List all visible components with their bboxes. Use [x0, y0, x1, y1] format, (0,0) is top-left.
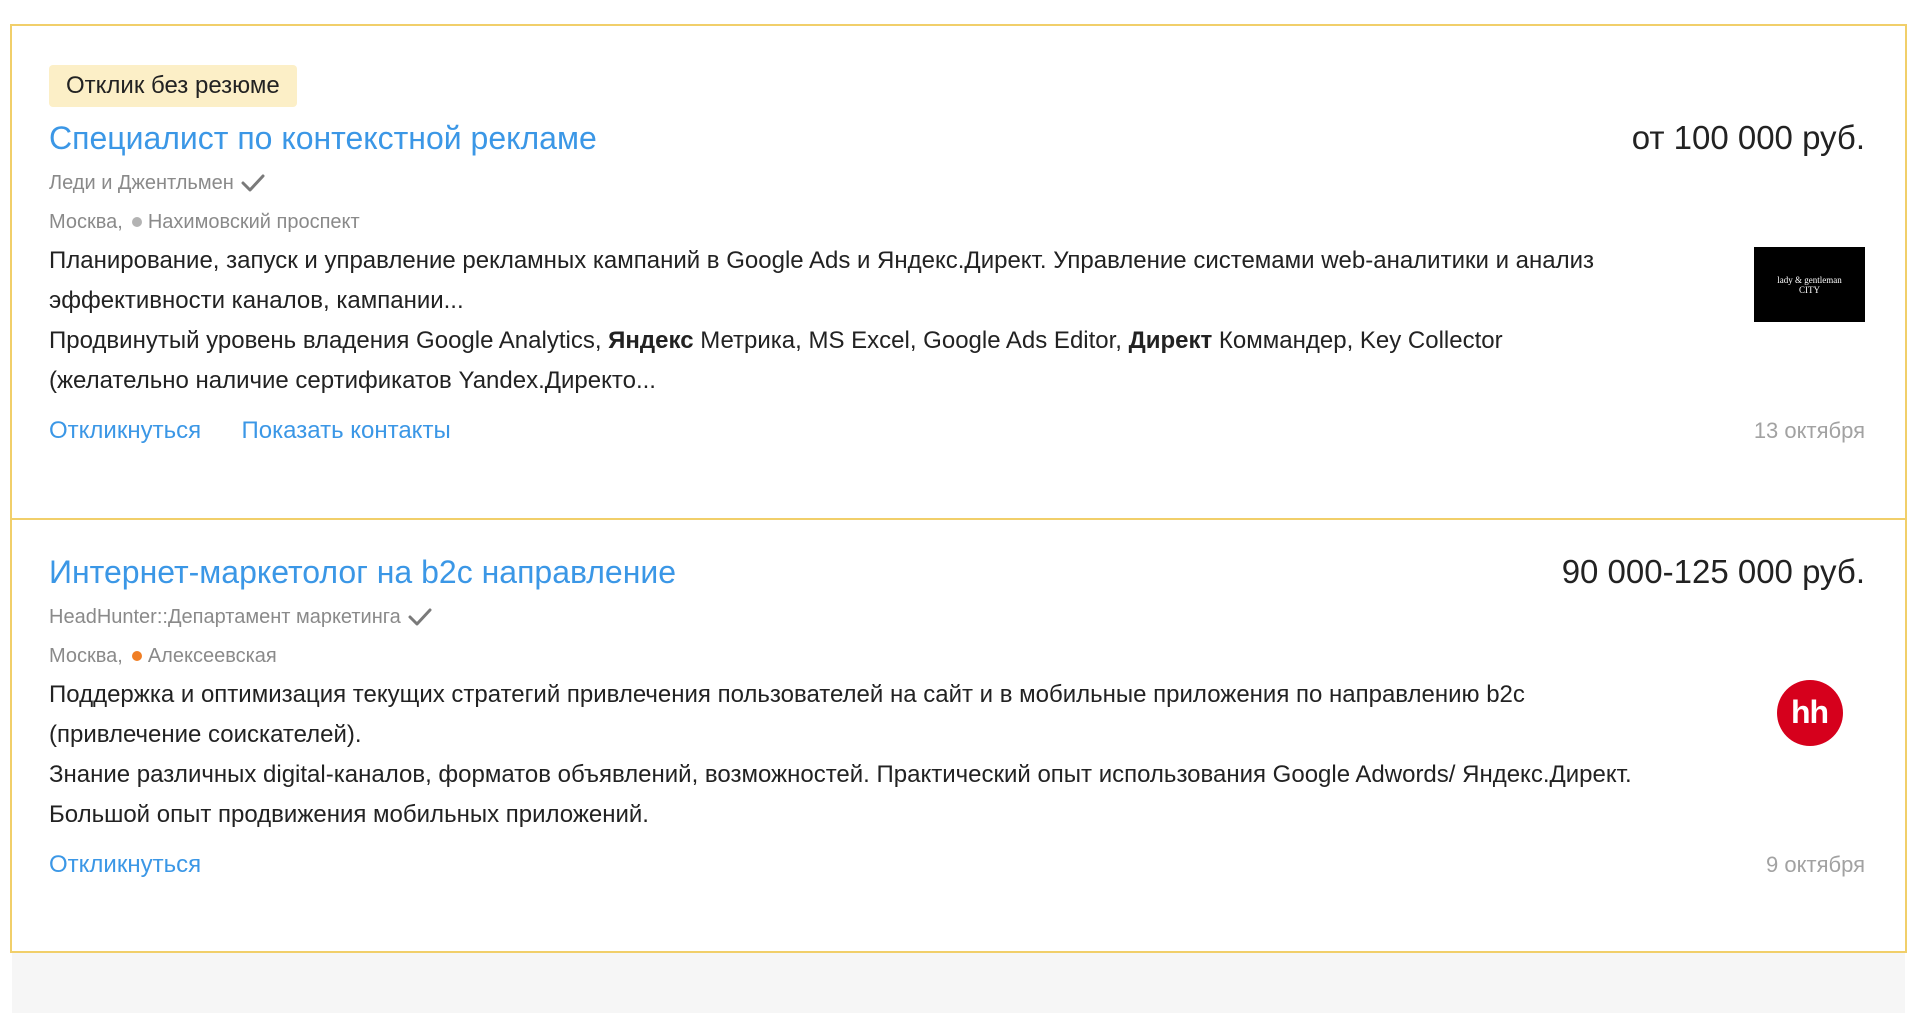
requirement-text: Знание различных digital-каналов, формат… [49, 761, 1632, 828]
logo-text: lady & gentleman [1777, 274, 1842, 285]
highlight-keyword: Яндекс [608, 327, 694, 354]
respond-link[interactable]: Откликнуться [49, 417, 201, 444]
publication-date: 9 октября [1766, 852, 1865, 877]
vacancy-title-link[interactable]: Интернет-маркетолог на b2c направление [49, 550, 676, 594]
requirement-part: Метрика, MS Excel, Google Ads Editor, [693, 327, 1129, 354]
vacancy-actions: Откликнуться 9 октября [49, 851, 1865, 879]
show-contacts-link[interactable]: Показать контакты [242, 417, 451, 444]
requirement-text: Продвинутый уровень владения Google Anal… [49, 321, 1645, 401]
hh-logo-icon: hh [1776, 679, 1843, 746]
vacancy-actions: Откликнуться Показать контакты 13 октябр… [49, 417, 1865, 445]
vacancy-header: Специалист по контекстной рекламе от 100… [49, 116, 1865, 160]
action-links: Откликнуться [49, 851, 237, 879]
metro-station: Алексеевская [147, 645, 277, 667]
responsibility-text: Поддержка и оптимизация текущих стратеги… [49, 681, 1525, 748]
vacancy-location: Москва, Нахимовский проспект [49, 209, 1865, 235]
responsibility-text: Планирование, запуск и управление реклам… [49, 247, 1594, 314]
vacancy-salary: от 100 000 руб. [1631, 119, 1865, 156]
vacancy-snippet: Поддержка и оптимизация текущих стратеги… [49, 675, 1865, 835]
employer: HeadHunter::Департамент маркетинга [49, 604, 1865, 630]
vacancy-card: Интернет-маркетолог на b2c направление 9… [10, 520, 1907, 953]
verified-check-icon [408, 608, 432, 626]
vacancy-salary: 90 000-125 000 руб. [1561, 553, 1865, 590]
respond-link[interactable]: Откликнуться [49, 851, 201, 878]
action-links: Откликнуться Показать контакты [49, 417, 487, 445]
vacancy-title-link[interactable]: Специалист по контекстной рекламе [49, 116, 597, 160]
vacancy-snippet: Планирование, запуск и управление реклам… [49, 241, 1865, 401]
city: Москва, [49, 645, 123, 667]
employer-logo[interactable]: lady & gentleman CITY [1754, 247, 1865, 322]
metro-line-icon [131, 217, 142, 227]
employer-name[interactable]: HeadHunter::Департамент маркетинга [49, 604, 401, 630]
metro-line-icon [131, 651, 142, 661]
metro-station: Нахимовский проспект [147, 211, 360, 233]
highlight-keyword: Директ [1128, 327, 1213, 354]
vacancy-card: Отклик без резюме Специалист по контекст… [10, 24, 1907, 520]
city: Москва, [49, 211, 123, 233]
logo-text: CITY [1799, 284, 1820, 295]
employer-logo[interactable]: hh [1754, 675, 1865, 750]
vacancy-header: Интернет-маркетолог на b2c направление 9… [49, 550, 1865, 594]
vacancy-list: Отклик без резюме Специалист по контекст… [10, 24, 1907, 1013]
employer-name[interactable]: Леди и Джентльмен [49, 170, 234, 196]
employer: Леди и Джентльмен [49, 170, 1865, 196]
publication-date: 13 октября [1753, 418, 1865, 443]
requirement-part: Продвинутый уровень владения Google Anal… [49, 327, 609, 354]
vacancy-card-partial [12, 953, 1905, 1013]
no-resume-badge: Отклик без резюме [49, 65, 297, 107]
verified-check-icon [241, 174, 265, 192]
vacancy-location: Москва, Алексеевская [49, 643, 1865, 669]
